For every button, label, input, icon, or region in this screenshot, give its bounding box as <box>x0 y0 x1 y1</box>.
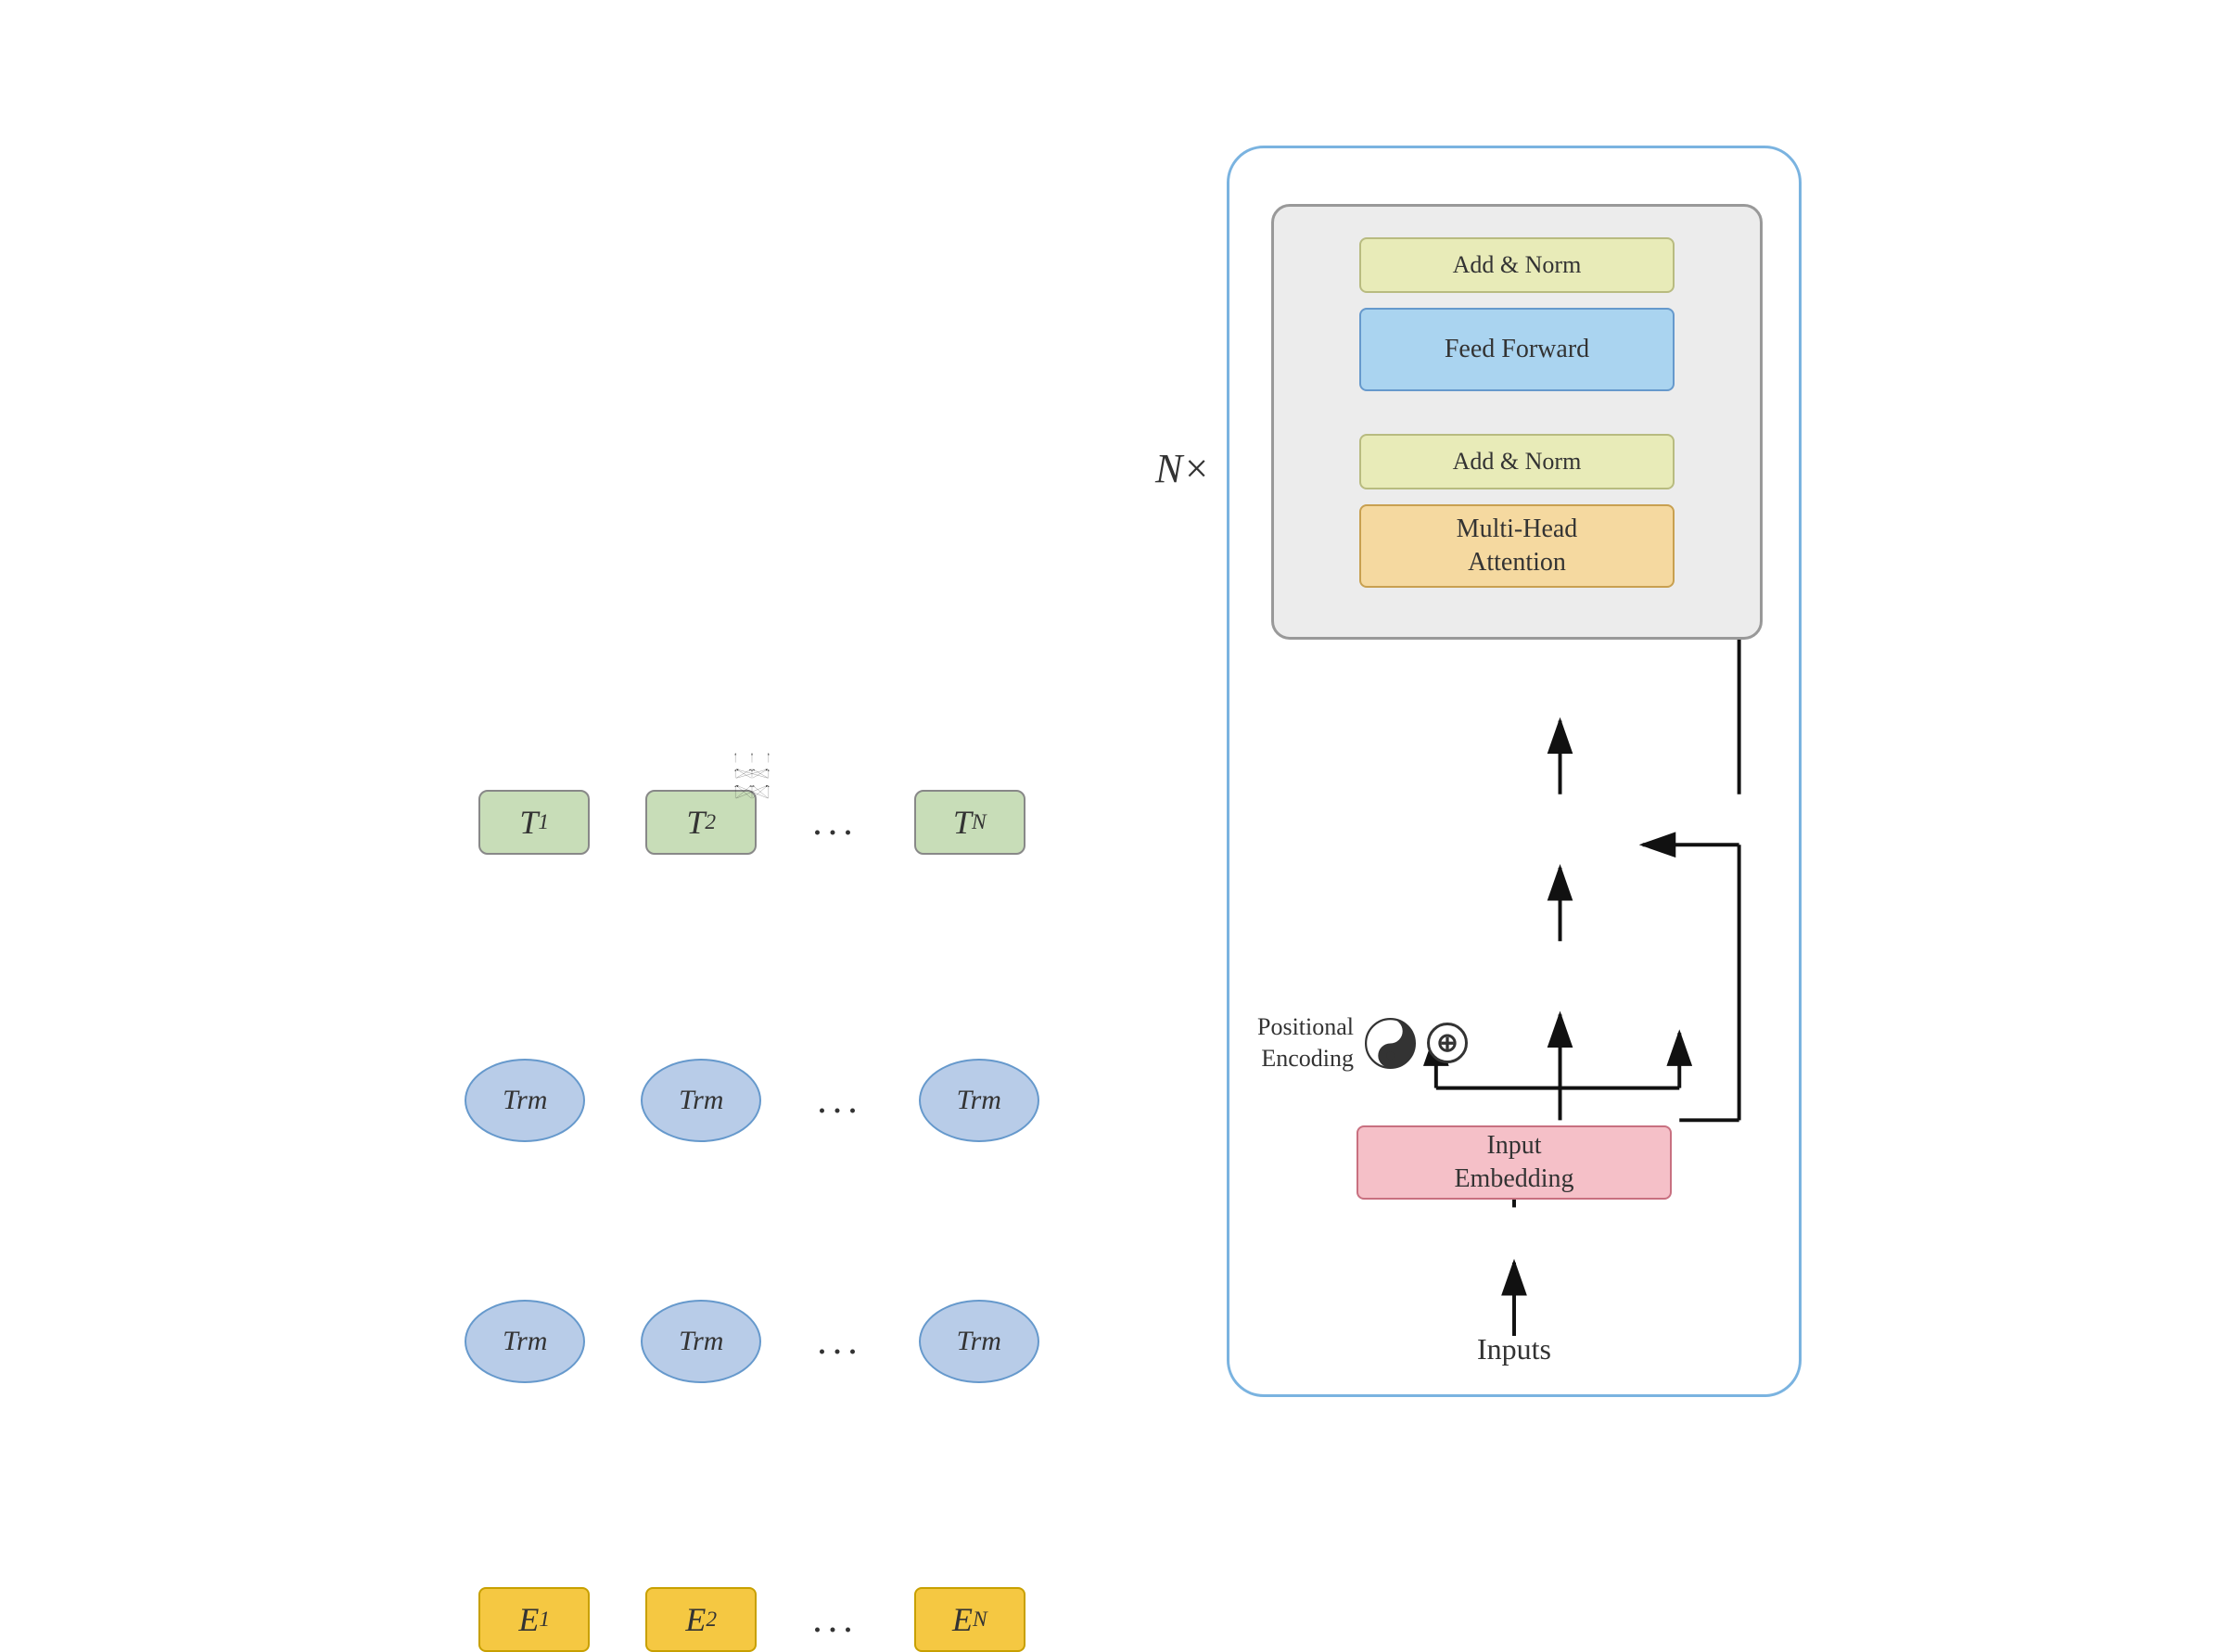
plus-circle: ⊕ <box>1427 1023 1468 1063</box>
dots-1: ... <box>812 800 859 845</box>
dots-3: ... <box>817 1319 863 1364</box>
output-row: T1 T2 ... TN <box>427 790 1076 855</box>
lower-trm-row: Trm Trm ... Trm <box>427 1300 1076 1383</box>
trm-lower-2: Trm <box>641 1300 761 1383</box>
trm-upper-n: Trm <box>919 1059 1039 1142</box>
yin-yang-icon <box>1365 1018 1416 1069</box>
upper-trm-row: Trm Trm ... Trm <box>427 1059 1076 1142</box>
right-diagram: N× Add & Norm Feed Forward Add & Norm Mu… <box>1227 146 1802 1397</box>
trm-lower-n: Trm <box>919 1300 1039 1383</box>
multi-head-attention: Multi-HeadAttention <box>1359 504 1675 588</box>
nx-box: Add & Norm Feed Forward Add & Norm Multi… <box>1271 204 1763 640</box>
dots-4: ... <box>812 1597 859 1642</box>
embed-row: E1 E2 ... EN <box>427 1587 1076 1652</box>
output-tn: TN <box>914 790 1025 855</box>
embed-2: E2 <box>645 1587 757 1652</box>
inputs-label: Inputs <box>1477 1332 1551 1366</box>
embed-n: EN <box>914 1587 1025 1652</box>
feed-forward: Feed Forward <box>1359 308 1675 391</box>
embed-1: E1 <box>478 1587 590 1652</box>
nx-label: N× <box>1155 445 1210 492</box>
input-embedding: InputEmbedding <box>1357 1125 1672 1200</box>
add-norm-upper: Add & Norm <box>1359 237 1675 293</box>
add-norm-lower: Add & Norm <box>1359 434 1675 489</box>
trm-upper-2: Trm <box>641 1059 761 1142</box>
trm-lower-1: Trm <box>465 1300 585 1383</box>
dots-2: ... <box>817 1078 863 1123</box>
left-diagram: T1 T2 ... TN Trm Trm ... Trm Trm Trm ...… <box>427 734 1076 808</box>
output-t2: T2 <box>645 790 757 855</box>
main-container: T1 T2 ... TN Trm Trm ... Trm Trm Trm ...… <box>95 76 2134 1467</box>
output-t1: T1 <box>478 790 590 855</box>
trm-upper-1: Trm <box>465 1059 585 1142</box>
positional-encoding-label: PositionalEncoding <box>1257 1011 1354 1074</box>
